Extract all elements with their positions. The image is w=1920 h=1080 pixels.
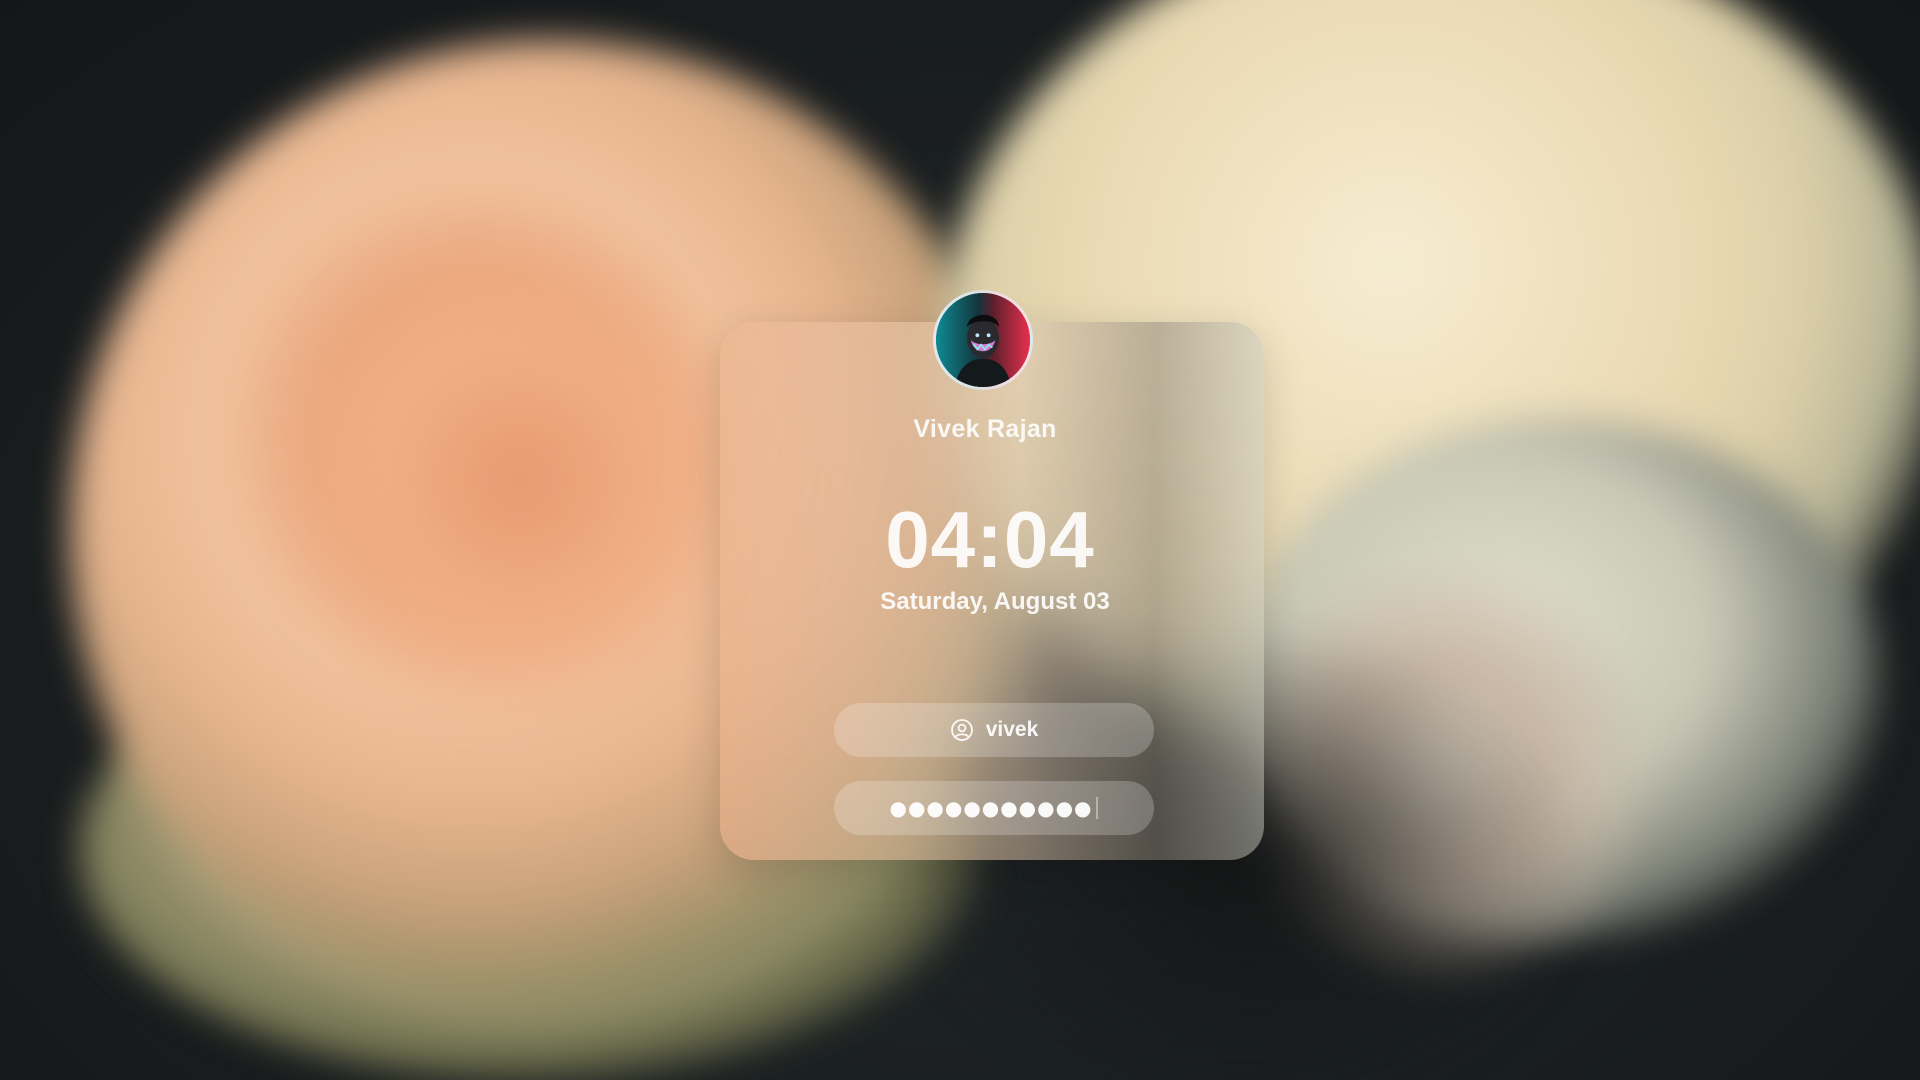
text-cursor <box>1096 797 1099 819</box>
clock-time: 04:04 <box>885 495 1095 584</box>
user-avatar[interactable] <box>933 290 1033 390</box>
masked-person-avatar-icon <box>936 293 1030 387</box>
user-circle-icon <box>950 718 974 742</box>
username-value: vivek <box>985 718 1039 741</box>
password-field[interactable]: ●●●●●●●●●●● <box>834 781 1154 835</box>
wallpaper-left-rose-core <box>260 220 780 740</box>
clock-date: Saturday, August 03 <box>880 588 1110 615</box>
password-mask: ●●●●●●●●●●● <box>889 796 1093 820</box>
username-field[interactable]: vivek <box>834 703 1154 757</box>
lock-screen: Vivek Rajan 04:04 Saturday, August 03 vi… <box>0 0 1920 1080</box>
user-full-name: Vivek Rajan <box>913 415 1057 443</box>
